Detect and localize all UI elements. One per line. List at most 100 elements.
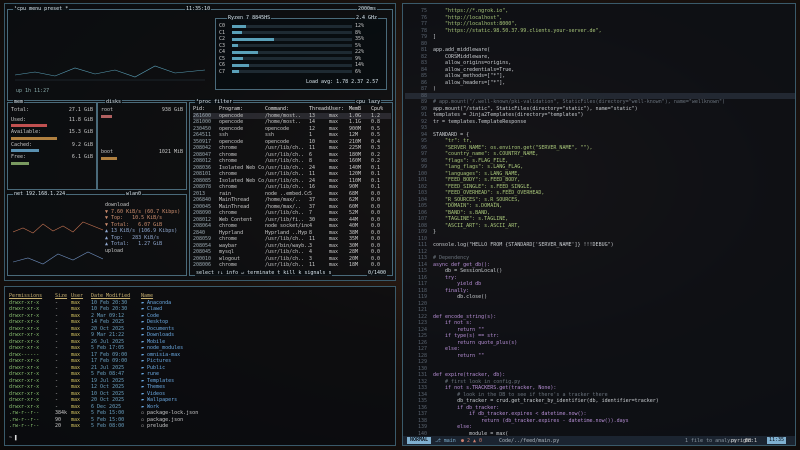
- core-bar: [232, 70, 240, 74]
- proc-title: ⁴proc filter: [195, 99, 234, 105]
- file-cell: .rw-r--r--: [9, 423, 40, 429]
- proc-filter[interactable]: filter: [214, 99, 232, 105]
- code-text: else:: [433, 346, 461, 352]
- code-text: allow_methods=["*"],: [433, 73, 506, 79]
- menu-button[interactable]: menu: [29, 6, 41, 12]
- net-interface[interactable]: wlan0: [125, 191, 143, 197]
- shell-prompt[interactable]: ~ ▌: [9, 435, 18, 442]
- core-bar-track: [232, 37, 352, 41]
- code-text: "https://static.98.50.37.99.clients.your…: [433, 27, 602, 34]
- code-text: "FEED_BODY": s.FEED_BODY,: [433, 177, 521, 183]
- core-percent: 6%: [355, 68, 362, 75]
- core-label: C7: [219, 68, 226, 75]
- code-text: "tr": tr,: [433, 138, 473, 144]
- core-bar: [232, 37, 274, 41]
- code-text: allow_origins=origins,: [433, 60, 512, 66]
- proc-cell: 18M: [349, 262, 359, 268]
- file-listing-pane: Permissions Size User Date Modified Name drwx…: [4, 286, 396, 446]
- code-text: CORSMiddleware,: [433, 53, 491, 60]
- core-bar-track: [232, 44, 352, 48]
- diagnostics[interactable]: ● 2 ▲ 0: [461, 438, 482, 444]
- mem-free-bar: [11, 161, 30, 165]
- code-text: db_tracker = crud.get_tracker_by_identif…: [433, 398, 659, 404]
- code-text: # Dependency: [433, 255, 470, 261]
- core-bar: [232, 31, 242, 35]
- code-area[interactable]: 75 "https://*.ngrok.io", 76 "http://local…: [405, 8, 795, 445]
- file-path: Code/../feed/main.py: [499, 438, 560, 444]
- code-text: allow_headers=["*"],: [433, 79, 506, 86]
- code-text: # first look in config.py: [433, 378, 521, 385]
- git-branch: ⎇ main: [435, 438, 456, 444]
- code-text: allow_credentials=True,: [433, 66, 515, 73]
- status-line: NORMAL ⎇ main ● 2 ▲ 0 Code/../feed/main.…: [403, 436, 795, 445]
- proc-cell: 11: [309, 262, 316, 268]
- disk-boot-bar: [101, 156, 118, 160]
- code-text: try:: [433, 274, 458, 281]
- code-text: if db_tracker:: [433, 404, 500, 411]
- mem-total: 27.1 GiB: [68, 107, 93, 113]
- disks-title: disks: [105, 99, 123, 105]
- code-text: "country_name": s.COUNTRY_NAME,: [433, 151, 539, 157]
- proc-footer-keys[interactable]: select ↑↓ info ↵ terminate t kill k sign…: [195, 270, 333, 276]
- file-table: Permissions Size User Date Modified Name drwx…: [9, 293, 389, 430]
- mode-indicator: NORMAL: [407, 437, 432, 444]
- proc-sort[interactable]: cpu lazy: [355, 99, 382, 105]
- proc-cell: 208006: [193, 262, 212, 268]
- cursor: ▌: [15, 434, 19, 441]
- status-clock: 11:35: [767, 437, 787, 444]
- code-text: "https://*.ngrok.io",: [433, 8, 509, 14]
- file-cell: 20: [55, 423, 62, 429]
- file-name: ▫ prelude: [141, 423, 169, 429]
- code-text: "http://localhost",: [433, 14, 503, 21]
- clock: 11:35:10: [185, 6, 212, 12]
- net-title: net 192.168.1.224: [13, 191, 67, 197]
- core-bar: [232, 24, 247, 28]
- core-bar-track: [232, 57, 352, 61]
- code-text: "SERVER_NAME": os.environ.get("SERVER_NA…: [433, 144, 593, 151]
- code-text: def encode_string(s):: [433, 313, 497, 320]
- proc-table: Pid:Program:Command:Threads:User:MemBCpu…: [193, 106, 391, 269]
- cpu-model: Ryzen 7 8845HS: [227, 15, 272, 21]
- core-bar: [232, 50, 259, 54]
- code-text: yield db: [433, 281, 482, 287]
- proc-cell: chrome: [219, 262, 238, 268]
- code-text: "lang_flags": s.LANG_FLAG,: [433, 164, 524, 170]
- cpu-title: ¹cpu menu preset *: [13, 6, 70, 12]
- refresh-rate[interactable]: 2000ms: [357, 6, 378, 12]
- code-editor-pane[interactable]: 75 "https://*.ngrok.io", 76 "http://local…: [402, 3, 796, 446]
- proc-row[interactable]: 208006 chrome/usr/lib/ch.. 11 max 18M 0.0: [193, 262, 391, 269]
- file-row[interactable]: .rw-r--r-- 20 max 5 Feb 08:00 ▫ prelude: [9, 423, 389, 430]
- proc-cell: /usr/lib/ch..: [265, 262, 305, 268]
- code-text: "R_SOURCES": s.R_SOURCES,: [433, 196, 521, 203]
- mem-stats: Total: 27.1 GiB Used: 11.8 GiB Available: 1…: [11, 107, 93, 167]
- code-text: console.log("HELLO FROM {STANDARD['SERVE…: [433, 242, 614, 248]
- core-list: C0 12% C1 8% C2 35% C3 5% C4 22% C5 9% C6 14% C7 6%: [219, 23, 384, 75]
- code-text: if db_tracker.expires < datetime.now():: [433, 411, 587, 417]
- net-upload-row: ▲ 13 KiB/s (106.9 Kibps): [105, 228, 178, 234]
- code-text: async def get_db():: [433, 261, 491, 268]
- net-graph: [13, 221, 103, 265]
- mem-title: mem: [13, 99, 25, 105]
- code-text: templates = Jinja2Templates(directory="t…: [433, 112, 584, 118]
- code-text: if not s:: [433, 320, 473, 326]
- preset-button[interactable]: preset *: [44, 6, 68, 12]
- code-text: "BAND": s.BAND,: [433, 209, 491, 216]
- code-text: # app.mount("/.well-known/pki-validation…: [433, 99, 725, 105]
- proc-count: 0/1400: [367, 270, 388, 276]
- code-text: ]: [433, 34, 437, 40]
- code-text: if type(s) == str:: [433, 333, 500, 339]
- lsp-message: 1 file to analyze: [685, 438, 737, 444]
- mem-used-bar: [11, 124, 48, 127]
- disk-root: root 938 GiB: [101, 107, 183, 120]
- net-stats: download ▼ 7.60 KiB/s (60.7 Kibps) ▼ Top:…: [105, 202, 183, 254]
- cursor-position: 88:1: [745, 438, 758, 444]
- code-text: STANDARD = {: [433, 131, 470, 138]
- proc-cell: 0.0: [371, 262, 381, 268]
- proc-cell: max: [329, 262, 339, 268]
- disk-boot: boot 1021 MiB: [101, 149, 183, 162]
- code-text: # look in the DB to see if there's a tra…: [433, 391, 608, 398]
- core-bar-track: [232, 31, 352, 35]
- core-bar: [232, 63, 249, 67]
- btop-pane: ¹cpu menu preset * 11:35:10 2000ms Ryzen…: [4, 3, 396, 281]
- core-bar-track: [232, 50, 352, 54]
